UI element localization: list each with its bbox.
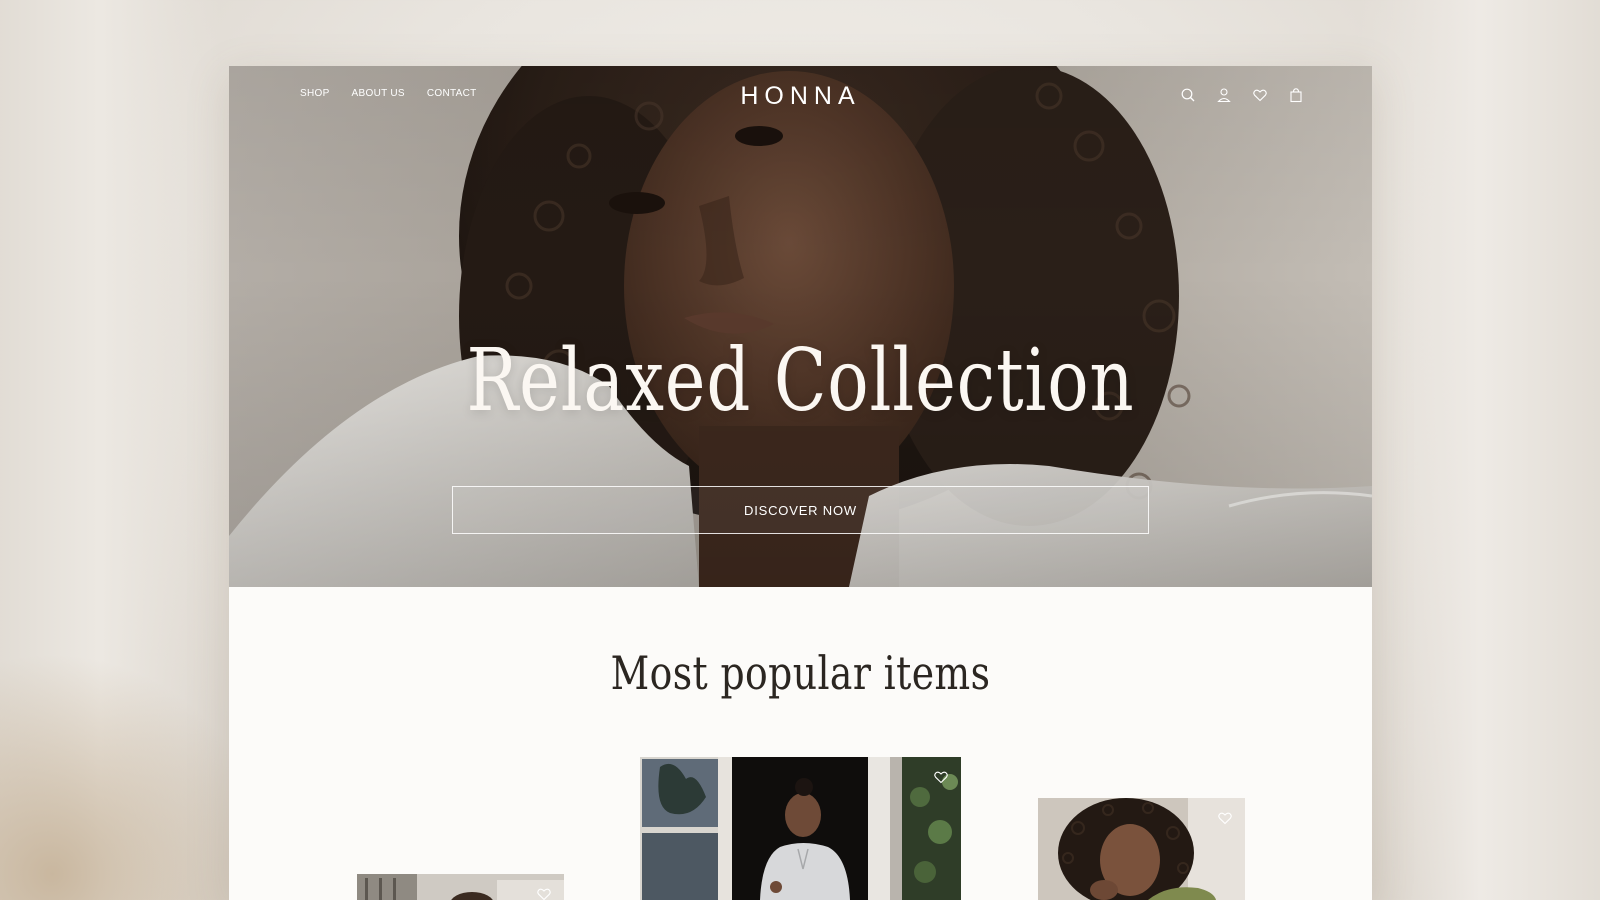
header-icons — [1180, 87, 1304, 103]
heart-icon[interactable] — [1252, 87, 1268, 103]
heart-icon[interactable] — [1217, 810, 1233, 826]
hero-banner: SHOP ABOUT US CONTACT HONNA Relaxed Coll… — [229, 66, 1372, 587]
product-photo-3 — [1038, 798, 1245, 900]
product-card-2[interactable] — [640, 757, 961, 900]
user-icon[interactable] — [1216, 87, 1232, 103]
product-photo-1 — [357, 874, 564, 900]
hero-title: Relaxed Collection — [466, 331, 1135, 431]
background-shadow — [0, 640, 260, 900]
heart-icon[interactable] — [933, 769, 949, 785]
website-mockup: SHOP ABOUT US CONTACT HONNA Relaxed Coll… — [229, 66, 1372, 900]
discover-now-button[interactable]: DISCOVER NOW — [452, 486, 1149, 534]
background-blur-right — [1360, 0, 1600, 900]
product-card-1[interactable] — [357, 874, 564, 900]
section-title: Most popular items — [610, 646, 991, 700]
product-card-3[interactable] — [1038, 798, 1245, 900]
product-photo-2 — [640, 757, 961, 900]
bag-icon[interactable] — [1288, 87, 1304, 103]
heart-icon[interactable] — [536, 886, 552, 900]
search-icon[interactable] — [1180, 87, 1196, 103]
